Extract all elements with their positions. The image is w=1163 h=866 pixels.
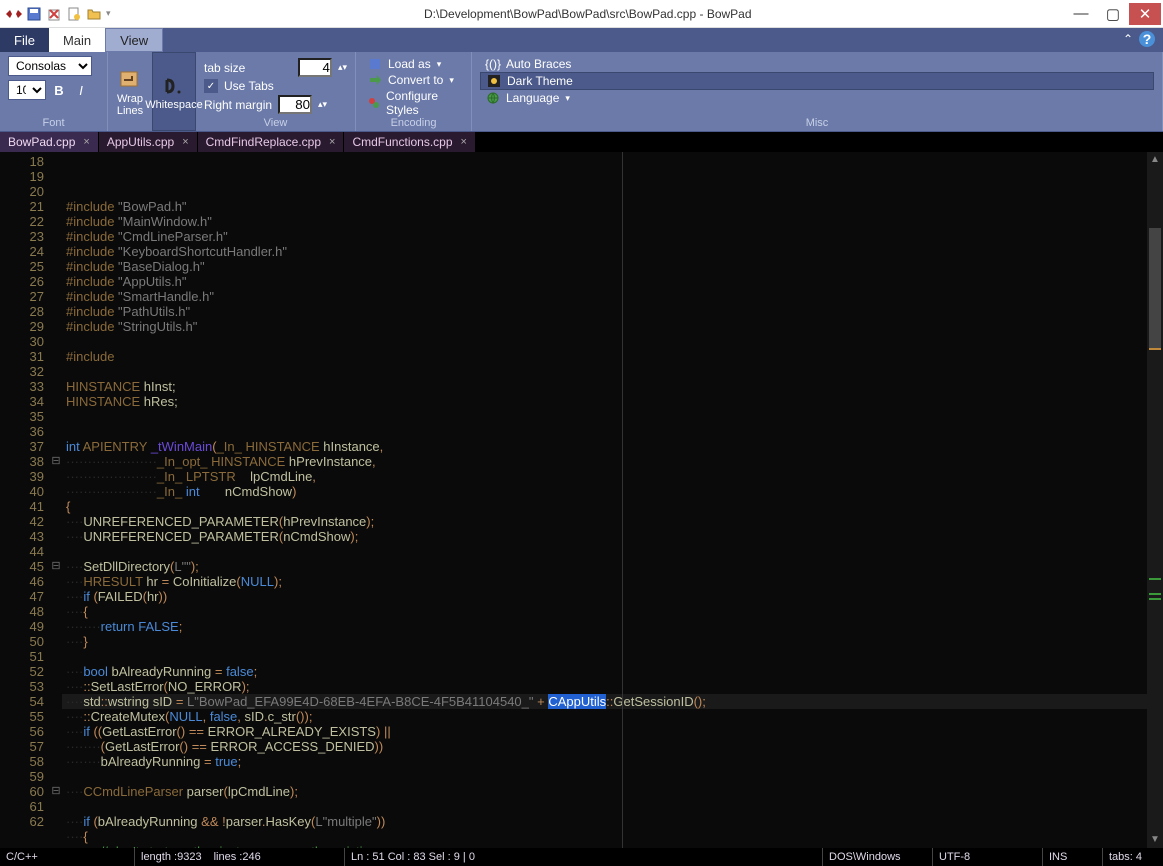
- dark-theme-button[interactable]: Dark Theme: [480, 72, 1154, 90]
- scroll-thumb[interactable]: [1149, 228, 1161, 348]
- palette-icon: [368, 96, 380, 110]
- whitespace-button[interactable]: Whitespace: [152, 52, 196, 131]
- delete-icon[interactable]: [46, 6, 62, 22]
- font-size-select[interactable]: 10: [8, 80, 46, 100]
- tab-bowpad[interactable]: BowPad.cpp×: [0, 132, 99, 152]
- configure-styles-button[interactable]: Configure Styles: [364, 88, 463, 118]
- margin-ruler: [622, 152, 623, 848]
- group-label-misc: Misc: [472, 117, 1162, 129]
- font-family-select[interactable]: Consolas: [8, 56, 92, 76]
- status-insert-mode[interactable]: INS: [1043, 848, 1103, 866]
- help-icon[interactable]: ?: [1139, 31, 1155, 47]
- convert-icon: [368, 73, 382, 87]
- tab-close-icon[interactable]: ×: [329, 136, 335, 148]
- tab-cmdfindreplace[interactable]: CmdFindReplace.cpp×: [198, 132, 345, 152]
- menu-file[interactable]: File: [0, 28, 49, 52]
- use-tabs-label: Use Tabs: [224, 79, 274, 93]
- italic-button[interactable]: I: [72, 81, 90, 99]
- ribbon-group-encoding: Load as ▾ Convert to ▾ Configure Styles …: [356, 52, 472, 131]
- line-number-gutter: 1819202122232425262728293031323334353637…: [0, 152, 50, 848]
- auto-braces-button[interactable]: {()} Auto Braces: [480, 56, 1154, 72]
- wrap-icon: [117, 69, 143, 91]
- ribbon-group-view: tab size ▴▾ ✓ Use Tabs Right margin ▴▾ V…: [196, 52, 356, 131]
- right-margin-input[interactable]: [278, 95, 312, 114]
- status-bar: C/C++ length : 9323 lines : 246 Ln : 51 …: [0, 848, 1163, 866]
- ribbon-group-font: Consolas 10 B I Font: [0, 52, 108, 131]
- scroll-up-icon[interactable]: ▲: [1147, 152, 1163, 168]
- maximize-button[interactable]: ▢: [1097, 3, 1129, 25]
- convert-to-button[interactable]: Convert to ▾: [364, 72, 463, 88]
- status-eol[interactable]: DOS\Windows: [823, 848, 933, 866]
- status-position: Ln : 51 Col : 83 Sel : 9 | 0: [345, 848, 823, 866]
- group-label-view: View: [196, 117, 355, 129]
- open-icon[interactable]: [86, 6, 102, 22]
- ribbon: Consolas 10 B I Font Wrap Lines Whitespa…: [0, 52, 1163, 132]
- status-length: length : 9323 lines : 246: [135, 848, 345, 866]
- tab-cmdfunctions[interactable]: CmdFunctions.cpp×: [344, 132, 475, 152]
- menu-main[interactable]: Main: [49, 28, 105, 52]
- load-as-icon: [368, 57, 382, 71]
- braces-icon: {()}: [486, 57, 500, 71]
- ribbon-group-misc: {()} Auto Braces Dark Theme Language ▾ M…: [472, 52, 1163, 131]
- ribbon-collapse-icon[interactable]: ⌃: [1123, 32, 1133, 46]
- menu-view[interactable]: View: [105, 28, 163, 52]
- status-encoding[interactable]: UTF-8: [933, 848, 1043, 866]
- window-title: D:\Development\BowPad\BowPad\src\BowPad.…: [111, 7, 1065, 21]
- use-tabs-checkbox[interactable]: ✓: [204, 79, 218, 93]
- wrap-lines-button[interactable]: Wrap Lines: [108, 52, 152, 131]
- save-icon[interactable]: [26, 6, 42, 22]
- titlebar: ▾ D:\Development\BowPad\BowPad\src\BowPa…: [0, 0, 1163, 28]
- load-as-button[interactable]: Load as ▾: [364, 56, 463, 72]
- close-button[interactable]: ✕: [1129, 3, 1161, 25]
- right-margin-label: Right margin: [204, 98, 272, 112]
- code-area[interactable]: #include "BowPad.h"#include "MainWindow.…: [62, 152, 1163, 848]
- menu-bar: File Main View ⌃ ?: [0, 28, 1163, 52]
- tab-apputils[interactable]: AppUtils.cpp×: [99, 132, 198, 152]
- fold-column[interactable]: ⊟⊟⊟: [50, 152, 62, 848]
- vertical-scrollbar[interactable]: ▲ ▼: [1147, 152, 1163, 848]
- group-label-encoding: Encoding: [356, 117, 471, 129]
- globe-icon: [486, 91, 500, 105]
- tab-close-icon[interactable]: ×: [461, 136, 467, 148]
- status-language[interactable]: C/C++: [0, 848, 135, 866]
- tab-close-icon[interactable]: ×: [83, 136, 89, 148]
- language-button[interactable]: Language ▾: [480, 90, 1154, 106]
- document-tabs: BowPad.cpp× AppUtils.cpp× CmdFindReplace…: [0, 132, 1163, 152]
- app-icon: [6, 7, 22, 21]
- tabsize-input[interactable]: [298, 58, 332, 77]
- tab-close-icon[interactable]: ×: [182, 136, 188, 148]
- whitespace-icon: [161, 75, 187, 97]
- minimize-button[interactable]: —: [1065, 3, 1097, 25]
- scroll-down-icon[interactable]: ▼: [1147, 832, 1163, 848]
- bold-button[interactable]: B: [50, 81, 68, 99]
- code-editor[interactable]: 1819202122232425262728293031323334353637…: [0, 152, 1163, 848]
- group-label-font: Font: [0, 117, 107, 129]
- theme-icon: [487, 74, 501, 88]
- new-file-icon[interactable]: [66, 6, 82, 22]
- tabsize-label: tab size: [204, 61, 245, 75]
- status-tabs[interactable]: tabs: 4: [1103, 848, 1163, 866]
